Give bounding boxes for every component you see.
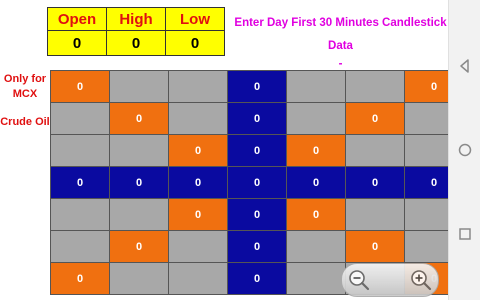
- grid-cell[interactable]: 0: [50, 70, 110, 103]
- grid-cell[interactable]: 0: [286, 166, 346, 199]
- grid-cell: [109, 262, 169, 295]
- open-value: 0: [72, 34, 82, 52]
- grid-cell[interactable]: 0: [286, 134, 346, 167]
- grid-cell: [50, 102, 110, 135]
- grid-cell[interactable]: 0: [227, 262, 287, 295]
- open-label: Open: [47, 7, 107, 31]
- grid-cell[interactable]: 0: [227, 166, 287, 199]
- high-value: 0: [131, 34, 141, 52]
- grid-cell[interactable]: 0: [345, 166, 405, 199]
- instruction-line-1: Enter Day First 30 Minutes Candlestick D…: [234, 17, 447, 52]
- low-label: Low: [165, 7, 225, 31]
- grid-cell: [50, 134, 110, 167]
- side-note-line-3: Crude Oil: [0, 116, 50, 128]
- grid-cell: [50, 198, 110, 231]
- grid-cell[interactable]: 0: [109, 102, 169, 135]
- side-note-line-1: Only for: [3, 73, 47, 85]
- back-icon[interactable]: [457, 58, 473, 74]
- grid-cell[interactable]: 0: [227, 102, 287, 135]
- grid-cell[interactable]: 0: [168, 134, 228, 167]
- grid-cell: [168, 262, 228, 295]
- open-value-field[interactable]: 0: [47, 30, 107, 56]
- grid-cell: [168, 230, 228, 263]
- grid-cell[interactable]: 0: [227, 134, 287, 167]
- low-value: 0: [190, 34, 200, 52]
- grid-cell: [345, 198, 405, 231]
- grid-cell: [109, 198, 169, 231]
- grid-cell[interactable]: 0: [227, 230, 287, 263]
- zoom-control: [341, 263, 439, 297]
- grid-row: 000: [50, 198, 464, 231]
- low-value-field[interactable]: 0: [165, 30, 225, 56]
- grid-cell: [168, 70, 228, 103]
- side-note: Only for MCX: [0, 72, 50, 102]
- grid-cell[interactable]: 0: [50, 262, 110, 295]
- high-value-field[interactable]: 0: [106, 30, 166, 56]
- candlestick-grid: 0000000000000000000000000: [50, 70, 464, 295]
- grid-row: 000: [50, 134, 464, 167]
- grid-cell: [50, 230, 110, 263]
- grid-cell: [345, 134, 405, 167]
- grid-cell[interactable]: 0: [345, 230, 405, 263]
- navigation-bar: [448, 0, 480, 300]
- zoom-out-icon[interactable]: [346, 267, 372, 293]
- grid-cell[interactable]: 0: [168, 166, 228, 199]
- grid-cell[interactable]: 0: [109, 230, 169, 263]
- grid-cell[interactable]: 0: [227, 70, 287, 103]
- grid-cell: [286, 230, 346, 263]
- grid-row: 000: [50, 70, 464, 103]
- grid-cell: [286, 102, 346, 135]
- grid-cell: [286, 70, 346, 103]
- grid-cell[interactable]: 0: [109, 166, 169, 199]
- grid-cell: [168, 102, 228, 135]
- ohl-table: Open High Low 0 0 0: [47, 7, 225, 56]
- instruction-title: Enter Day First 30 Minutes Candlestick D…: [228, 12, 453, 70]
- grid-cell[interactable]: 0: [227, 198, 287, 231]
- recents-icon[interactable]: [457, 226, 473, 242]
- grid-cell[interactable]: 0: [345, 102, 405, 135]
- grid-cell[interactable]: 0: [168, 198, 228, 231]
- grid-cell: [345, 70, 405, 103]
- home-icon[interactable]: [457, 142, 473, 158]
- side-note-line-2: MCX: [12, 88, 38, 100]
- grid-cell: [109, 70, 169, 103]
- high-label: High: [106, 7, 166, 31]
- grid-cell[interactable]: 0: [50, 166, 110, 199]
- grid-cell: [286, 262, 346, 295]
- zoom-in-icon[interactable]: [408, 267, 434, 293]
- grid-row: 0 0 0: [50, 102, 464, 135]
- grid-row: 0 0 0: [50, 230, 464, 263]
- grid-row: 0000000: [50, 166, 464, 199]
- instruction-line-2: -: [338, 58, 343, 70]
- grid-cell: [109, 134, 169, 167]
- grid-cell[interactable]: 0: [286, 198, 346, 231]
